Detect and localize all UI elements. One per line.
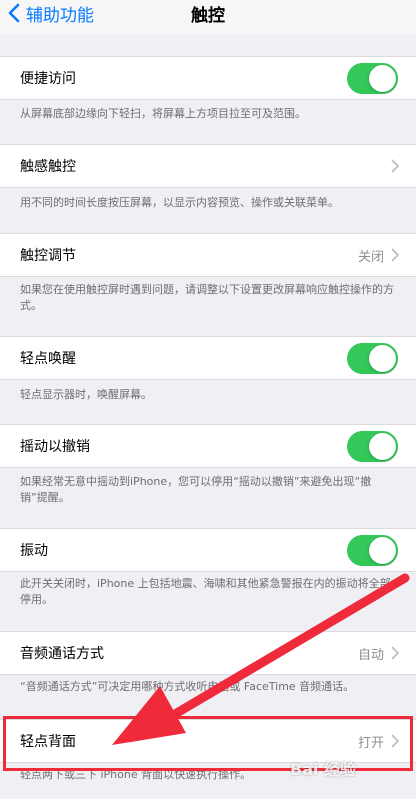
watermark: Bai 经验: [290, 760, 357, 779]
reachability-footer: 从屏幕底部边缘向下轻扫，将屏幕上方项目拉至可及范围。: [20, 107, 306, 120]
toggle-knob: [369, 536, 396, 564]
tap-to-wake-toggle[interactable]: [347, 342, 398, 374]
call-audio-routing-label: 音频通话方式: [20, 646, 104, 662]
vibration-footer: 此开关关闭时，iPhone 上包括地震、海啸和其他紧急警报在内的振动将全部停用。: [20, 577, 391, 606]
reachability-row[interactable]: 便捷访问: [0, 56, 416, 100]
call-audio-routing-value: 自动: [357, 647, 384, 663]
touch-accommodations-label: 触控调节: [20, 248, 76, 264]
touch-accommodations-row[interactable]: 触控调节 关闭: [0, 233, 416, 277]
shake-to-undo-footer: 如果经常无意中摇动到iPhone，您可以停用“摇动以撤销”来避免出现“撤销”提醒…: [20, 475, 372, 504]
toggle-knob: [369, 344, 396, 372]
call-audio-routing-row[interactable]: 音频通话方式 自动: [0, 631, 416, 675]
vibration-label: 振动: [20, 543, 48, 559]
back-tap-value: 打开: [357, 735, 384, 751]
back-tap-label: 轻点背面: [20, 734, 76, 750]
haptic-touch-row[interactable]: 触感触控: [0, 144, 416, 188]
touch-accommodations-footer: 如果您在使用触控屏时遇到问题，请调整以下设置更改屏幕响应触控操作的方式。: [20, 283, 394, 312]
reachability-label: 便捷访问: [20, 71, 76, 87]
tap-to-wake-footer: 轻点显示器时，唤醒屏幕。: [20, 388, 152, 401]
vibration-row[interactable]: 振动: [0, 528, 416, 572]
tap-to-wake-label: 轻点唤醒: [20, 351, 76, 367]
haptic-touch-label: 触感触控: [20, 159, 76, 175]
vibration-toggle[interactable]: [347, 534, 398, 566]
chevron-right-icon: [391, 646, 400, 660]
haptic-touch-footer: 用不同的时间长度按压屏幕，以显示内容预览、操作或关联菜单。: [20, 196, 339, 209]
page-title: 触控: [191, 5, 225, 26]
touch-accommodations-value: 关闭: [357, 249, 384, 265]
shake-to-undo-label: 摇动以撤销: [20, 439, 90, 455]
tap-to-wake-row[interactable]: 轻点唤醒: [0, 336, 416, 380]
navigation-bar: 辅助功能 触控: [0, 0, 416, 34]
reachability-toggle[interactable]: [347, 62, 398, 94]
chevron-right-icon: [391, 734, 400, 748]
call-audio-routing-footer: “音频通话方式”可决定用哪种方式收听电话或 FaceTime 音频通话。: [20, 680, 355, 693]
shake-to-undo-row[interactable]: 摇动以撤销: [0, 424, 416, 468]
shake-to-undo-toggle[interactable]: [347, 430, 398, 462]
toggle-knob: [369, 432, 396, 460]
chevron-right-icon: [391, 248, 400, 262]
chevron-right-icon: [391, 159, 400, 173]
toggle-knob: [369, 64, 396, 92]
